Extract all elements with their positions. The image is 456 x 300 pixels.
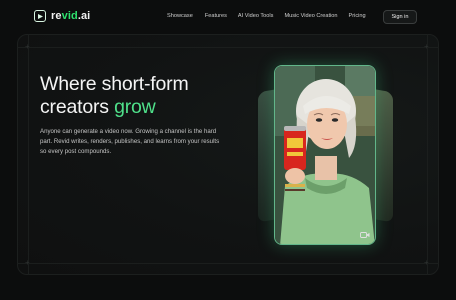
hero-title-line2-prefix: creators	[40, 96, 115, 118]
logo-mark-icon	[34, 10, 46, 22]
corner-plus-icon: +	[424, 42, 429, 51]
brand-name-accent: vid	[61, 10, 78, 22]
sign-in-button[interactable]: Sign in	[383, 10, 417, 24]
hero-title-accent: grow	[114, 96, 156, 118]
hero-description: Anyone can generate a video now. Growing…	[40, 128, 220, 156]
top-navigation: revid.ai Showcase Features AI Video Tool…	[0, 0, 456, 34]
corner-plus-icon: +	[424, 258, 429, 267]
grid-line-right	[427, 34, 428, 275]
grid-line-left	[28, 34, 29, 275]
video-camera-icon[interactable]	[360, 231, 370, 239]
hero-title-line1: Where short-form	[40, 73, 189, 95]
creator-video-thumbnail	[275, 66, 375, 244]
hero-title: Where short-form creators grow	[40, 73, 240, 119]
nav-link-showcase[interactable]: Showcase	[167, 13, 193, 19]
brand-name-suffix: .ai	[77, 10, 91, 22]
brand-name-prefix: re	[51, 10, 62, 22]
corner-plus-icon: +	[25, 42, 30, 51]
featured-video-card[interactable]	[274, 65, 376, 245]
brand-logo[interactable]: revid.ai	[34, 10, 90, 22]
grid-line-bottom	[17, 263, 439, 264]
nav-link-pricing[interactable]: Pricing	[349, 13, 366, 19]
hero-title-line2: creators grow	[40, 96, 240, 119]
nav-link-features[interactable]: Features	[205, 13, 227, 19]
grid-line-top	[17, 47, 439, 48]
nav-link-music-video-creation[interactable]: Music Video Creation	[284, 13, 337, 19]
nav-link-ai-video-tools[interactable]: AI Video Tools	[238, 13, 274, 19]
corner-plus-icon: +	[25, 258, 30, 267]
nav-links: Showcase Features AI Video Tools Music V…	[167, 13, 366, 19]
brand-name: revid.ai	[51, 10, 90, 22]
